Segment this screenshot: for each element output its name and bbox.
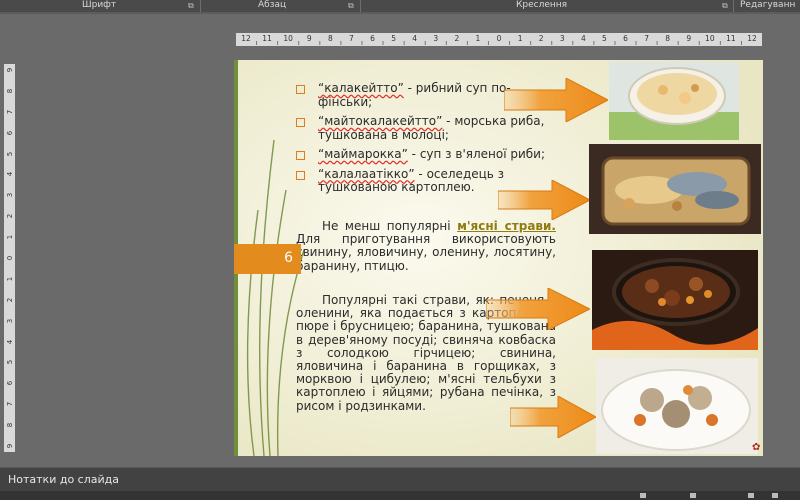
comments-icon[interactable] — [640, 493, 646, 498]
bullet-term: “калалаатікко” — [318, 166, 415, 181]
ruler-tick-label: 4 — [580, 34, 586, 43]
ruler-tick-label: 8 — [665, 34, 671, 43]
ribbon-group-drawing[interactable]: Креслення — [516, 0, 567, 12]
ribbon-group-paragraph[interactable]: Абзац — [258, 0, 286, 12]
ruler-tick-label: 1 — [6, 276, 14, 282]
ribbon-group-font[interactable]: Шрифт — [82, 0, 116, 12]
ruler-tick-label: 5 — [6, 360, 14, 365]
square-bullet-icon — [296, 118, 305, 127]
orange-arrow-icon[interactable] — [504, 78, 608, 122]
ribbon-separator — [360, 0, 361, 12]
ruler-tick-label: 6 — [6, 130, 14, 135]
ruler-tick-label: 9 — [6, 67, 14, 73]
ruler-tick-label: 6 — [370, 34, 375, 43]
ruler-tick-label: 11 — [726, 34, 736, 43]
para-text: Для приготування використовують свинину,… — [296, 232, 556, 273]
ruler-tick-label: 9 — [6, 443, 14, 449]
slide-number-tab: 6 — [234, 244, 301, 274]
ribbon-bar: Шрифт ⧉ Абзац ⧉ Креслення ⧉ Редагуванн — [0, 0, 800, 12]
ruler-tick-label: 2 — [538, 34, 544, 43]
ruler-tick-label: 0 — [496, 34, 502, 43]
ruler-tick-label: 0 — [6, 255, 14, 261]
ruler-tick-label: 2 — [6, 297, 14, 302]
ruler-tick-label: 8 — [6, 422, 14, 428]
ruler-tick-label: 6 — [623, 34, 628, 43]
ruler-tick-label: 2 — [6, 213, 14, 219]
ruler-tick-label: 3 — [559, 34, 565, 43]
ruler-tick-label: 3 — [6, 193, 14, 198]
bullet-term: “майтокалакейтто” — [318, 114, 443, 128]
highlighted-phrase: м'ясні страви. — [457, 219, 556, 233]
ruler-tick-label: 3 — [6, 318, 14, 323]
ribbon-separator — [733, 0, 734, 12]
venison-stew-photo[interactable] — [592, 250, 758, 350]
ribbon-separator — [200, 0, 201, 12]
ruler-tick-label: 4 — [6, 172, 14, 177]
ruler-tick-label: 7 — [6, 401, 14, 407]
status-bar — [0, 491, 800, 500]
normal-view-icon[interactable] — [690, 493, 696, 498]
ruler-tick-label: 3 — [433, 34, 439, 43]
vertical-ruler[interactable]: 9 8 7 6 5 4 3 2 1 0 1 2 3 4 5 6 7 8 9 — [4, 64, 15, 452]
ribbon-group-editing[interactable]: Редагуванн — [740, 0, 795, 12]
square-bullet-icon — [296, 170, 305, 180]
ruler-tick-label: 10 — [283, 34, 293, 43]
fish-soup-photo[interactable] — [609, 62, 739, 140]
ruler-tick-label: 1 — [475, 34, 481, 43]
ruler-tick-label: 4 — [412, 34, 418, 43]
ruler-tick-label: 6 — [6, 381, 14, 386]
ruler-tick-label: 8 — [6, 88, 14, 94]
ruler-tick-label: 2 — [454, 34, 460, 43]
font-dialog-launcher-icon[interactable]: ⧉ — [188, 2, 194, 10]
ruler-tick-label: 5 — [602, 34, 607, 43]
slide-canvas[interactable]: “калакейтто” - рибний суп по-фінськи; “м… — [234, 60, 763, 456]
ruler-tick-label: 9 — [306, 34, 312, 43]
drawing-dialog-launcher-icon[interactable]: ⧉ — [722, 2, 728, 10]
ruler-tick-label: 4 — [6, 339, 14, 344]
ruler-tick-label: 12 — [241, 34, 251, 43]
paragraph-dialog-launcher-icon[interactable]: ⧉ — [348, 2, 354, 10]
horizontal-ruler-labels: 12 11 10 9 8 7 6 5 4 3 2 1 0 1 2 3 4 5 6 7 8 9 10 11 12 — [236, 33, 762, 46]
reading-view-icon[interactable] — [772, 493, 778, 498]
slide-notes-pane[interactable]: Нотатки до слайда — [0, 467, 800, 491]
ruler-tick-label: 9 — [686, 34, 692, 43]
corner-logo-icon: ✿ — [752, 442, 761, 453]
vertical-ruler-labels: 9 8 7 6 5 4 3 2 1 0 1 2 3 4 5 6 7 8 9 — [4, 64, 15, 452]
slide-number: 6 — [284, 250, 293, 266]
ruler-tick-label: 11 — [262, 34, 272, 43]
list-item: “маймарокка” - суп з в'яленої риби; — [296, 147, 546, 162]
para-text: Не менш популярні — [322, 219, 458, 233]
ruler-tick-label: 12 — [747, 34, 757, 43]
horizontal-ruler[interactable]: 12 11 10 9 8 7 6 5 4 3 2 1 0 1 2 3 4 5 6 7 8 9 10 11 12 — [236, 33, 762, 46]
ruler-tick-label: 8 — [327, 34, 333, 43]
notes-label: Нотатки до слайда — [8, 473, 119, 486]
bullet-term: “калакейтто” — [318, 81, 404, 95]
ruler-tick-label: 10 — [705, 34, 715, 43]
ruler-tick-label: 7 — [349, 34, 354, 43]
ruler-tick-label: 5 — [391, 34, 396, 43]
orange-arrow-icon[interactable] — [498, 180, 590, 220]
ruler-tick-label: 1 — [6, 234, 14, 240]
herring-casserole-photo[interactable] — [589, 144, 761, 234]
ruler-tick-label: 5 — [6, 151, 14, 156]
offal-potatoes-photo[interactable] — [596, 358, 758, 454]
meat-dishes-paragraph[interactable]: Не менш популярні м'ясні страви. Для при… — [296, 219, 556, 273]
orange-arrow-icon[interactable] — [510, 396, 596, 438]
ribbon-bottom-border — [0, 12, 800, 14]
bullet-text: - суп з в'яленої риби; — [407, 147, 546, 161]
bullet-term: “маймарокка” — [318, 147, 408, 161]
ruler-tick-label: 1 — [517, 34, 523, 43]
ruler-tick-label: 7 — [644, 34, 649, 43]
slide-sorter-icon[interactable] — [748, 493, 754, 498]
square-bullet-icon — [296, 85, 305, 94]
orange-arrow-icon[interactable] — [486, 288, 590, 330]
square-bullet-icon — [296, 151, 305, 160]
ruler-tick-label: 7 — [6, 109, 14, 114]
